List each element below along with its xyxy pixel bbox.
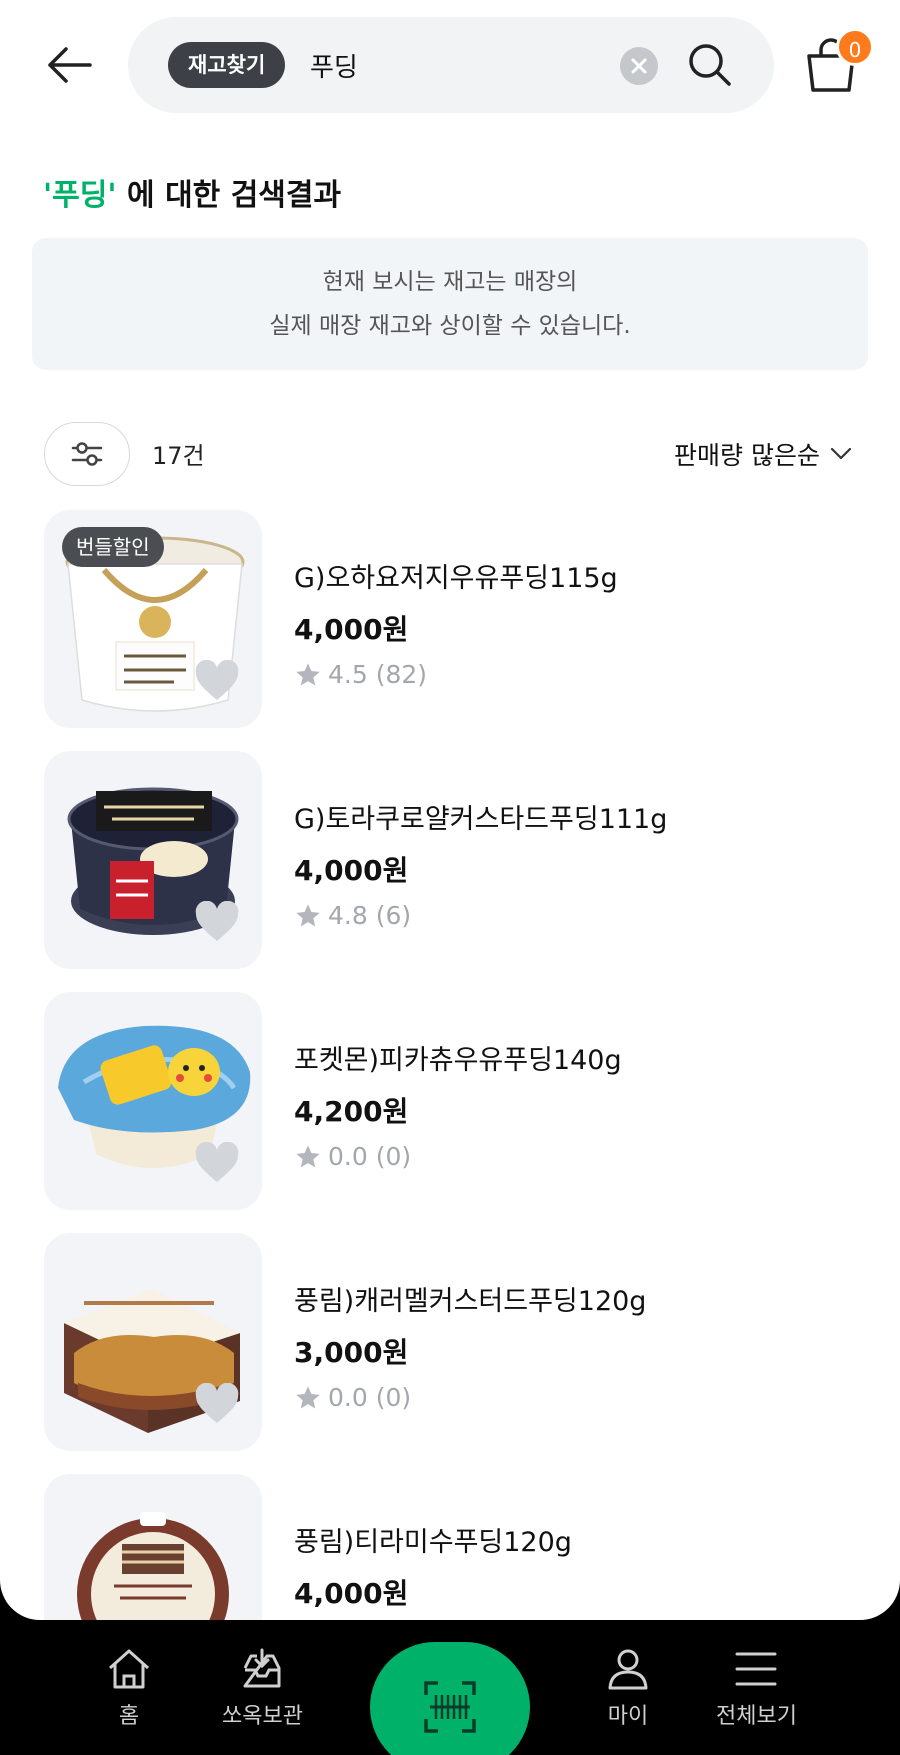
product-image: 번들할인: [44, 510, 262, 728]
rating-value: 4.5 (82): [328, 660, 428, 689]
nav-my-label: 마이: [607, 1704, 649, 1729]
rating-value: 4.8 (6): [328, 901, 412, 930]
result-count: 17건: [152, 442, 205, 470]
product-name: 포켓몬)피카츄우유푸딩140g: [294, 1045, 622, 1076]
nav-storage-label: 쏘옥보관: [222, 1704, 303, 1729]
product-rating: 0.0 (0): [294, 1383, 411, 1412]
product-price: 3,000원: [294, 1336, 409, 1369]
arrow-left-icon: [48, 47, 92, 83]
barcode-scan-button[interactable]: [370, 1642, 530, 1755]
product-name: G)토라쿠로얄커스타드푸딩111g: [294, 804, 668, 835]
product-item[interactable]: 풍림)티라미수푸딩120g 4,000원: [44, 1474, 864, 1620]
menu-icon: [735, 1652, 777, 1686]
search-mode-chip[interactable]: 재고찾기: [168, 42, 286, 88]
back-button[interactable]: [44, 40, 94, 90]
product-price: 4,000원: [294, 854, 409, 887]
notice-line-1: 현재 보시는 재고는 매장의: [322, 269, 578, 295]
product-rating: 4.5 (82): [294, 660, 427, 689]
nav-storage[interactable]: 쏘옥보관: [222, 1646, 303, 1730]
nav-home[interactable]: 홈: [106, 1646, 152, 1730]
stock-notice: 현재 보시는 재고는 매장의 실제 매장 재고와 상이할 수 있습니다.: [32, 238, 868, 370]
clear-search-button[interactable]: [620, 47, 658, 85]
product-rating: 0.0 (0): [294, 1142, 411, 1171]
star-icon: [296, 1144, 320, 1167]
product-item[interactable]: 포켓몬)피카츄우유푸딩140g 4,200원 0.0 (0): [44, 992, 864, 1210]
heart-icon[interactable]: [194, 1142, 240, 1184]
search-bar: 재고찾기: [128, 17, 774, 113]
product-image: [44, 1233, 262, 1451]
heart-icon[interactable]: [194, 1383, 240, 1425]
cart-count-badge: 0: [836, 28, 874, 66]
product-image: [44, 992, 262, 1210]
product-name: 풍림)캐러멜커스터드푸딩120g: [294, 1286, 647, 1317]
product-price: 4,000원: [294, 613, 409, 646]
bottom-navigation: 홈 쏘옥보관 마이 전체보기: [0, 1620, 900, 1755]
product-name: G)오하요저지우유푸딩115g: [294, 563, 618, 594]
product-rating: 4.8 (6): [294, 901, 411, 930]
product-item[interactable]: 풍림)캐러멜커스터드푸딩120g 3,000원 0.0 (0): [44, 1233, 864, 1451]
search-keyword: '푸딩': [43, 178, 117, 213]
bundle-discount-badge: 번들할인: [62, 527, 164, 567]
app-screen: 재고찾기 0 '푸딩' 에 대한 검색결과 현재 보시는 재고는 매장의 실제 …: [0, 0, 900, 1620]
nav-my[interactable]: 마이: [605, 1646, 651, 1730]
sort-label: 판매량 많은순: [674, 441, 820, 470]
product-image: [44, 1474, 262, 1620]
search-icon: [689, 44, 731, 86]
star-icon: [296, 1385, 320, 1408]
search-result-suffix: 에 대한 검색결과: [116, 178, 342, 213]
nav-all-label: 전체보기: [716, 1704, 797, 1729]
notice-line-2: 실제 매장 재고와 상이할 수 있습니다.: [269, 313, 631, 339]
rating-value: 0.0 (0): [328, 1142, 412, 1171]
barcode-scan-icon: [424, 1681, 476, 1733]
product-image: [44, 751, 262, 969]
product-item[interactable]: G)토라쿠로얄커스타드푸딩111g 4,000원 4.8 (6): [44, 751, 864, 969]
nav-all[interactable]: 전체보기: [716, 1646, 797, 1730]
search-input[interactable]: [310, 41, 640, 89]
product-price: 4,200원: [294, 1095, 409, 1128]
inbox-download-icon: [243, 1648, 281, 1688]
rating-value: 0.0 (0): [328, 1383, 412, 1412]
sort-dropdown[interactable]: 판매량 많은순: [674, 436, 852, 472]
chevron-down-icon: [830, 447, 852, 460]
star-icon: [296, 662, 320, 685]
filter-button[interactable]: [44, 422, 130, 486]
filter-sliders-icon: [71, 442, 103, 466]
product-item[interactable]: 번들할인 G)오하요저지우유푸딩115g 4,000원 4.5 (82): [44, 510, 864, 728]
search-button[interactable]: [684, 39, 736, 91]
star-icon: [296, 903, 320, 926]
user-icon: [608, 1649, 648, 1690]
close-icon: [631, 58, 647, 74]
nav-home-label: 홈: [118, 1704, 140, 1729]
home-icon: [108, 1649, 150, 1689]
search-result-title: '푸딩' 에 대한 검색결과: [43, 170, 341, 214]
heart-icon[interactable]: [194, 660, 240, 702]
product-name: 풍림)티라미수푸딩120g: [294, 1527, 572, 1558]
heart-icon[interactable]: [194, 901, 240, 943]
product-price: 4,000원: [294, 1577, 409, 1610]
